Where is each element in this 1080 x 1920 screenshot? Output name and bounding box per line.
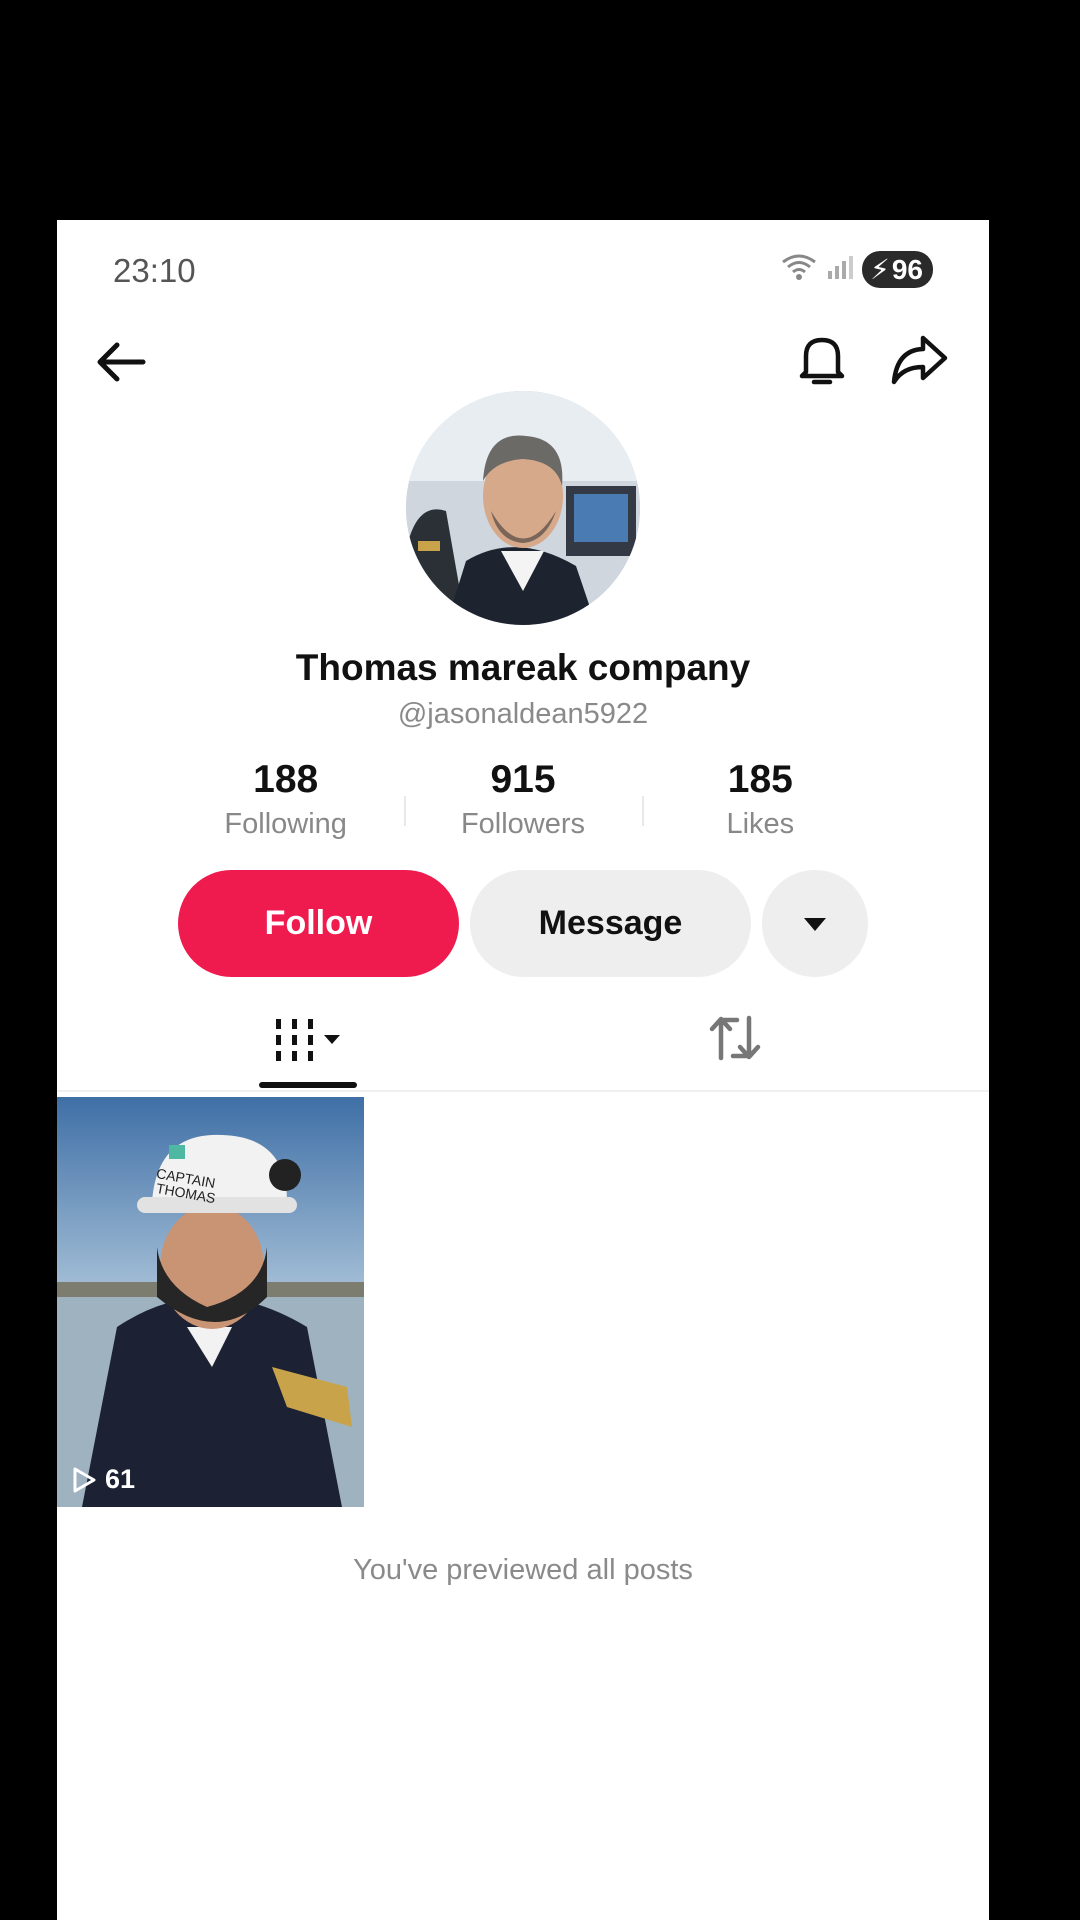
video-thumbnail-image: CAPTAIN THOMAS (57, 1097, 364, 1507)
stat-label: Following (224, 808, 347, 840)
caret-down-icon (804, 917, 826, 931)
stat-label: Likes (726, 808, 795, 840)
video-thumbnail[interactable]: CAPTAIN THOMAS 61 (57, 1097, 364, 1507)
bell-icon (799, 337, 845, 385)
profile-stats: 188 Following 915 Followers 185 Likes (167, 758, 879, 848)
grid-icon (276, 1019, 340, 1061)
stat-label: Followers (460, 808, 586, 840)
view-count: 61 (71, 1464, 135, 1495)
signal-icon (826, 253, 854, 286)
view-count-value: 61 (105, 1464, 136, 1494)
play-icon (73, 1467, 96, 1492)
notification-button[interactable] (792, 328, 852, 392)
tab-videos[interactable] (257, 990, 367, 1090)
wifi-icon (780, 252, 818, 287)
stat-following[interactable]: 188 Following (167, 758, 404, 848)
more-options-button[interactable] (762, 870, 868, 977)
stat-divider (404, 796, 407, 826)
active-tab-indicator (259, 1082, 357, 1088)
share-icon (891, 335, 948, 385)
status-icons: ⚡ 96 (780, 251, 933, 288)
avatar[interactable] (406, 391, 640, 625)
profile-name: Thomas mareak company (295, 647, 751, 688)
follow-button[interactable]: Follow (178, 870, 459, 977)
battery-level: 96 (891, 253, 923, 285)
stat-value: 185 (727, 758, 793, 801)
profile-tabs (57, 990, 989, 1092)
share-button[interactable] (887, 330, 951, 390)
tab-reposts[interactable] (707, 1010, 763, 1066)
stat-value: 915 (490, 758, 556, 801)
stat-likes[interactable]: 185 Likes (641, 758, 879, 848)
back-button[interactable] (91, 332, 151, 392)
status-time: 23:10 (113, 252, 196, 289)
profile-screen: 23:10 ⚡ 96 Thomas mareak company @jasona… (57, 220, 989, 1920)
stat-value: 188 (253, 758, 319, 801)
battery-indicator: ⚡ 96 (862, 251, 933, 288)
profile-handle: @jasonaldean5922 (397, 698, 649, 730)
avatar-photo (406, 391, 640, 625)
status-bar: 23:10 ⚡ 96 (57, 220, 989, 320)
repost-icon (709, 1015, 761, 1061)
bolt-icon: ⚡ (870, 254, 890, 285)
end-of-posts-note: You've previewed all posts (353, 1554, 693, 1586)
stat-divider (641, 796, 644, 826)
message-button[interactable]: Message (470, 870, 751, 977)
arrow-left-icon (97, 342, 146, 382)
stat-followers[interactable]: 915 Followers (404, 758, 641, 848)
